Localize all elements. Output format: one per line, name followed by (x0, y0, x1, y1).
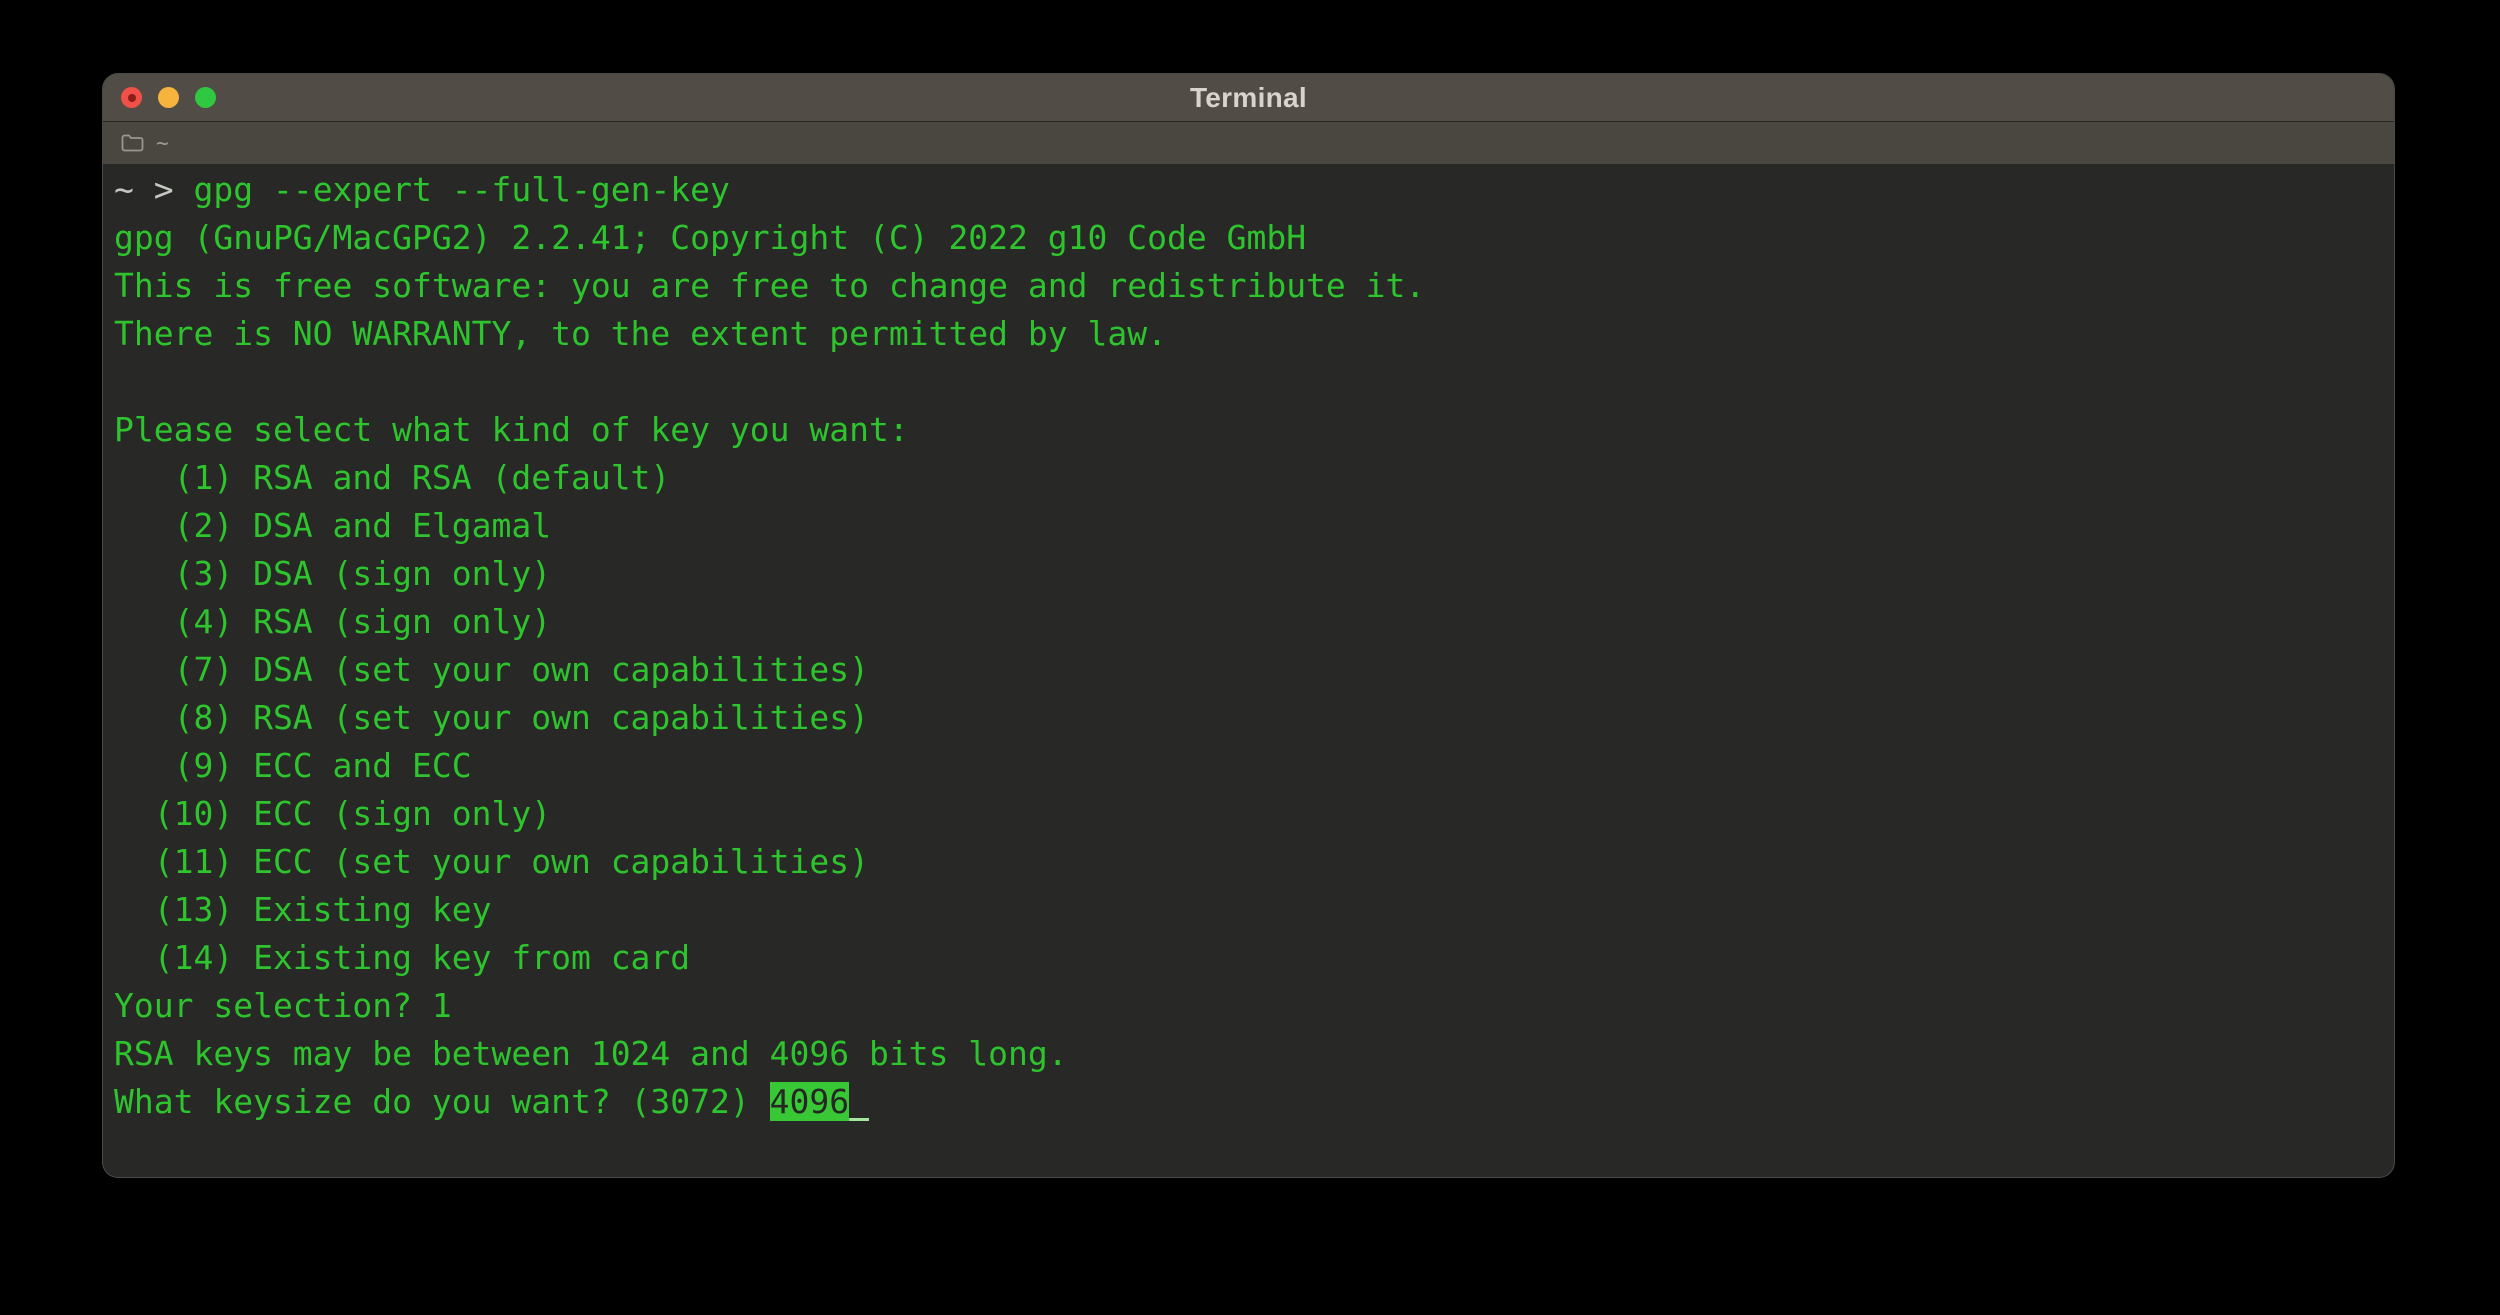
terminal-text: gpg --expert --full-gen-key (193, 170, 729, 209)
terminal-text: (4) RSA (sign only) (114, 602, 551, 641)
keysize-input-selected: 4096 (770, 1082, 849, 1121)
tab-path-label: ~ (156, 131, 169, 155)
terminal-text: This is free software: you are free to c… (114, 266, 1425, 305)
terminal-line: (7) DSA (set your own capabilities) (114, 646, 2384, 694)
terminal-text: (9) ECC and ECC (114, 746, 472, 785)
terminal-line: (10) ECC (sign only) (114, 790, 2384, 838)
edited-indicator-dot (128, 94, 136, 102)
terminal-line: (8) RSA (set your own capabilities) (114, 694, 2384, 742)
terminal-line: There is NO WARRANTY, to the extent perm… (114, 310, 2384, 358)
terminal-line: (3) DSA (sign only) (114, 550, 2384, 598)
terminal-line: Your selection? 1 (114, 982, 2384, 1030)
terminal-text: (14) Existing key from card (114, 938, 690, 977)
terminal-output[interactable]: ~ > gpg --expert --full-gen-key gpg (GnuP… (103, 164, 2394, 1126)
terminal-line: ~ > gpg --expert --full-gen-key (114, 166, 2384, 214)
terminal-text: Please select what kind of key you want: (114, 410, 909, 449)
terminal-text: (7) DSA (set your own capabilities) (114, 650, 869, 689)
terminal-text: (11) ECC (set your own capabilities) (114, 842, 869, 881)
terminal-text: (8) RSA (set your own capabilities) (114, 698, 869, 737)
terminal-line: RSA keys may be between 1024 and 4096 bi… (114, 1030, 2384, 1078)
folder-icon (120, 133, 145, 153)
zoom-button[interactable] (195, 87, 216, 108)
terminal-line: (14) Existing key from card (114, 934, 2384, 982)
terminal-line: gpg (GnuPG/MacGPG2) 2.2.41; Copyright (C… (114, 214, 2384, 262)
terminal-line: (13) Existing key (114, 886, 2384, 934)
terminal-text: RSA keys may be between 1024 and 4096 bi… (114, 1034, 1068, 1073)
terminal-line: (11) ECC (set your own capabilities) (114, 838, 2384, 886)
terminal-text: (10) ECC (sign only) (114, 794, 551, 833)
terminal-text: (1) RSA and RSA (default) (114, 458, 670, 497)
terminal-line: (2) DSA and Elgamal (114, 502, 2384, 550)
terminal-cursor: _ (849, 1082, 869, 1121)
terminal-line (114, 358, 2384, 406)
prompt-text: ~ > (114, 170, 193, 209)
terminal-line: What keysize do you want? (3072) 4096_ (114, 1078, 2384, 1126)
terminal-text: (13) Existing key (114, 890, 492, 929)
terminal-text: What keysize do you want? (3072) (114, 1082, 770, 1121)
window-titlebar[interactable]: Terminal (103, 74, 2394, 122)
traffic-lights (121, 74, 216, 121)
terminal-text: (3) DSA (sign only) (114, 554, 551, 593)
terminal-line: Please select what kind of key you want: (114, 406, 2384, 454)
terminal-window: Terminal ~ ~ > gpg --expert --full-gen-k… (102, 73, 2395, 1178)
terminal-line: (9) ECC and ECC (114, 742, 2384, 790)
window-title: Terminal (1190, 82, 1307, 114)
minimize-button[interactable] (158, 87, 179, 108)
terminal-text: Your selection? 1 (114, 986, 452, 1025)
terminal-text: gpg (GnuPG/MacGPG2) 2.2.41; Copyright (C… (114, 218, 1306, 257)
terminal-line: (4) RSA (sign only) (114, 598, 2384, 646)
tab-bar: ~ (103, 122, 2394, 164)
terminal-text: (2) DSA and Elgamal (114, 506, 551, 545)
close-button[interactable] (121, 87, 142, 108)
terminal-line: This is free software: you are free to c… (114, 262, 2384, 310)
terminal-line: (1) RSA and RSA (default) (114, 454, 2384, 502)
terminal-text: There is NO WARRANTY, to the extent perm… (114, 314, 1167, 353)
